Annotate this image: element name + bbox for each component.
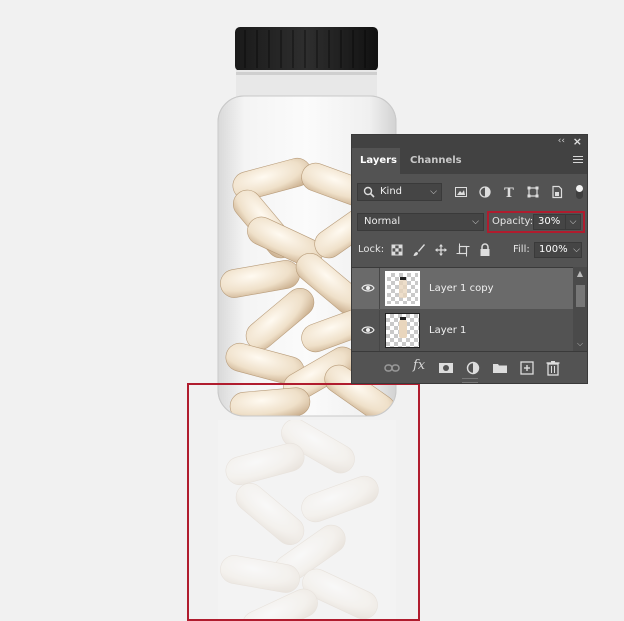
layer-thumbnail[interactable]: [385, 313, 420, 348]
layer-filter-row: Kind ⌵ T: [352, 181, 587, 203]
panel-title-bar[interactable]: ‹‹ ×: [352, 135, 587, 148]
layer-separator: [379, 310, 380, 351]
lock-label: Lock:: [358, 244, 385, 255]
filter-kind-select[interactable]: Kind ⌵: [357, 183, 442, 201]
fx-icon[interactable]: fx: [413, 358, 425, 373]
scroll-down-icon[interactable]: ⌵: [573, 339, 587, 349]
panel-tabs: Layers Channels: [352, 148, 587, 174]
add-mask-icon[interactable]: [438, 360, 454, 376]
panel-menu-icon[interactable]: [573, 156, 583, 164]
lock-paint-icon[interactable]: [412, 243, 426, 257]
layer-thumbnail[interactable]: [385, 271, 420, 306]
lock-all-icon[interactable]: [478, 243, 492, 257]
layers-list: Layer 1 copy Layer 1: [352, 267, 573, 352]
opacity-label: Opacity:: [492, 216, 534, 227]
eye-icon[interactable]: [361, 283, 375, 293]
opacity-dropdown-icon[interactable]: ⌵: [565, 215, 580, 229]
scroll-thumb[interactable]: [576, 285, 585, 307]
image-filter-icon[interactable]: [454, 185, 468, 199]
scroll-up-icon[interactable]: ▲: [573, 269, 587, 278]
fill-input[interactable]: 100% ⌵: [534, 242, 582, 258]
tab-layers[interactable]: Layers: [352, 148, 400, 174]
lock-transparent-icon[interactable]: [390, 243, 404, 257]
fill-value: 100%: [539, 244, 568, 255]
layer-separator: [379, 268, 380, 309]
collapse-icon[interactable]: ‹‹: [558, 135, 565, 148]
blend-opacity-row: Normal ⌵ Opacity: 30% ⌵: [352, 211, 587, 233]
opacity-highlight-box: Opacity: 30% ⌵: [487, 211, 585, 233]
link-icon[interactable]: [384, 360, 400, 376]
lock-row: Lock: Fill: 100% ⌵: [352, 239, 587, 261]
new-group-icon[interactable]: [492, 360, 508, 376]
layer-row-layer-1[interactable]: Layer 1: [352, 310, 573, 351]
new-layer-icon[interactable]: [519, 360, 535, 376]
shape-filter-icon[interactable]: [526, 185, 540, 199]
lock-artboard-icon[interactable]: [456, 243, 470, 257]
lock-move-icon[interactable]: [434, 243, 448, 257]
new-adjustment-icon[interactable]: [465, 360, 481, 376]
resize-grip[interactable]: [462, 378, 478, 383]
layer-row-layer-1-copy[interactable]: Layer 1 copy: [352, 268, 573, 309]
trash-icon[interactable]: [545, 360, 561, 376]
adjustment-filter-icon[interactable]: [478, 185, 492, 199]
layers-panel: ‹‹ × Layers Channels Kind ⌵ T Normal ⌵ O…: [351, 134, 588, 384]
opacity-value: 30%: [538, 216, 561, 227]
close-icon[interactable]: ×: [573, 135, 582, 148]
layers-scrollbar[interactable]: ▲ ⌵: [573, 267, 587, 351]
panel-footer: fx: [352, 351, 587, 384]
search-icon: [363, 186, 375, 198]
chevron-down-icon: ⌵: [430, 187, 437, 197]
smart-object-filter-icon[interactable]: [550, 185, 564, 199]
filter-kind-label: Kind: [380, 186, 403, 197]
tab-channels[interactable]: Channels: [402, 148, 470, 174]
blend-mode-select[interactable]: Normal ⌵: [357, 213, 484, 231]
layer-name: Layer 1 copy: [429, 283, 494, 294]
bottle-thumbnail-icon: [399, 317, 407, 338]
eye-icon[interactable]: [361, 325, 375, 335]
bottle-thumbnail-icon: [399, 277, 407, 298]
fill-dropdown-icon[interactable]: ⌵: [573, 243, 580, 257]
fill-label: Fill:: [513, 244, 530, 255]
chevron-down-icon: ⌵: [472, 217, 479, 227]
filter-toggle-icon[interactable]: [576, 185, 583, 199]
layer-name: Layer 1: [429, 325, 467, 336]
opacity-input[interactable]: 30% ⌵: [533, 214, 581, 230]
blend-mode-value: Normal: [364, 216, 401, 227]
type-filter-icon[interactable]: T: [502, 185, 516, 199]
svg-text:T: T: [504, 186, 514, 199]
